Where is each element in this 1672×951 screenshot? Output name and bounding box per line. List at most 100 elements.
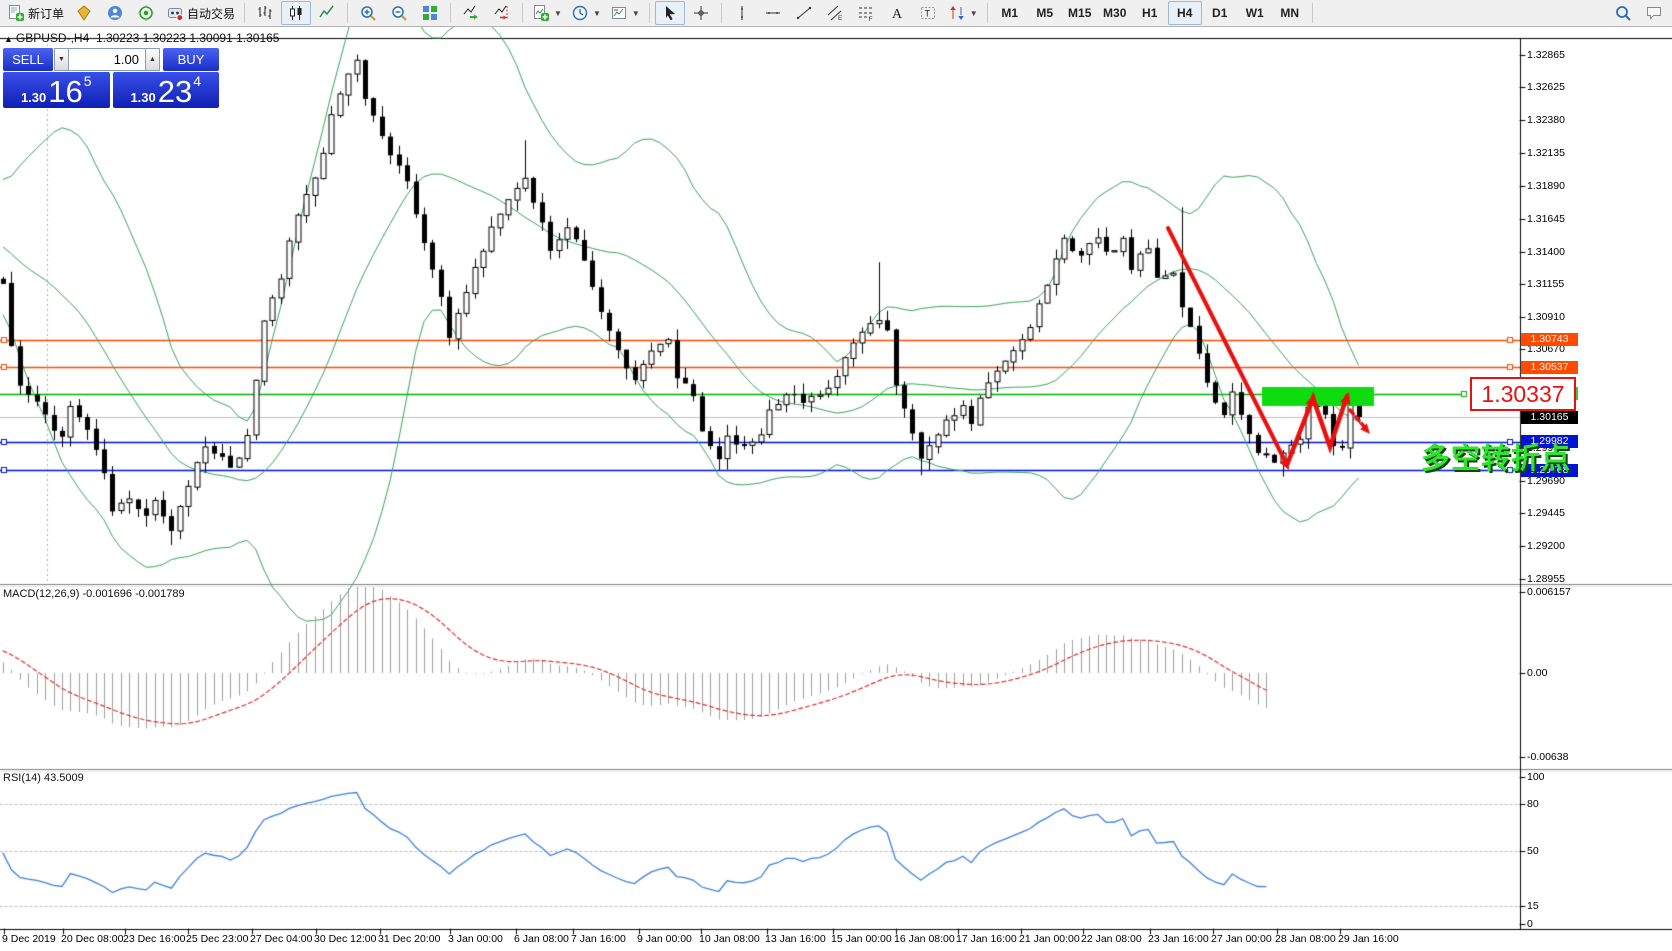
tile-windows-button[interactable]: [415, 1, 445, 25]
hline-icon: [764, 4, 782, 22]
channel-button[interactable]: E: [820, 1, 850, 25]
sell-button[interactable]: SELL: [3, 48, 54, 71]
time-axis-label: 3 Jan 00:00: [448, 933, 503, 945]
fibo-icon: F: [857, 4, 875, 22]
candles-icon: [287, 4, 305, 22]
community-button[interactable]: [100, 1, 130, 25]
price-axis-label: 1.32865: [1527, 49, 1565, 61]
rsi-axis-label: 15: [1527, 900, 1539, 912]
new-order-button[interactable]: 新订单: [3, 1, 68, 25]
horizontal-line-button[interactable]: [758, 1, 788, 25]
indicators-icon: [532, 4, 550, 22]
chevron-down-icon: ▼: [632, 9, 640, 18]
cursor-button[interactable]: [655, 1, 685, 25]
vertical-line-button[interactable]: [727, 1, 757, 25]
tf-h4-button[interactable]: H4: [1168, 1, 1202, 25]
algo-trading-button[interactable]: 自动交易: [162, 1, 239, 25]
indicators-button[interactable]: ▼: [528, 1, 566, 25]
price-axis-label: 1.31890: [1527, 180, 1565, 192]
sell-price-prefix: 1.30: [21, 90, 46, 105]
rsi-indicator-label: RSI(14) 43.5009: [3, 772, 84, 784]
toolbar-separator: [244, 3, 245, 23]
zoom-out-button[interactable]: [384, 1, 414, 25]
tf-m1-button[interactable]: M1: [993, 1, 1027, 25]
price-callout-label[interactable]: 1.30337: [1470, 377, 1576, 411]
sell-price-main: 16: [48, 78, 82, 105]
buy-price-main: 23: [158, 78, 192, 105]
time-axis-label: 23 Dec 16:00: [123, 933, 185, 945]
line-chart-button[interactable]: [312, 1, 342, 25]
tf-m5-button[interactable]: M5: [1028, 1, 1062, 25]
price-axis-label: 1.29200: [1527, 540, 1565, 552]
svg-text:E: E: [838, 15, 843, 22]
trendline-button[interactable]: [789, 1, 819, 25]
toolbar-separator: [522, 3, 523, 23]
new-order-icon: [7, 4, 25, 22]
tile-icon: [421, 4, 439, 22]
time-axis-label: 13 Jan 16:00: [765, 933, 826, 945]
rsi-value: 43.5009: [44, 772, 84, 784]
volume-input[interactable]: [69, 48, 145, 71]
templates-button[interactable]: ▼: [606, 1, 644, 25]
tf-w1-button[interactable]: W1: [1238, 1, 1272, 25]
time-axis-label: 27 Jan 00:00: [1211, 933, 1272, 945]
zoom-out-icon: [390, 4, 408, 22]
time-axis-label: 29 Jan 16:00: [1338, 933, 1399, 945]
time-axis-label: 20 Dec 08:00: [61, 933, 123, 945]
chart-shift-button[interactable]: [487, 1, 517, 25]
time-axis-label: 15 Jan 00:00: [831, 933, 892, 945]
price-axis-badge: 1.30165: [1521, 411, 1578, 424]
volume-decrease-button[interactable]: ▼: [54, 48, 69, 71]
toolbar-separator: [347, 3, 348, 23]
fibonacci-button[interactable]: F: [851, 1, 881, 25]
tf-m15-button[interactable]: M15: [1063, 1, 1097, 25]
chat-button[interactable]: [1639, 1, 1669, 25]
candles-chart-button[interactable]: [281, 1, 311, 25]
chart-symbol-title: GBPUSD-,H4: [16, 31, 89, 45]
turning-point-text[interactable]: 多空转折点: [1421, 435, 1571, 477]
time-axis-label: 23 Jan 16:00: [1148, 933, 1209, 945]
search-button[interactable]: [1608, 1, 1638, 25]
tf-mn-button[interactable]: MN: [1273, 1, 1307, 25]
sell-price-box[interactable]: 1.30165: [3, 72, 110, 108]
tf-d1-button[interactable]: D1: [1203, 1, 1237, 25]
zoom-in-button[interactable]: [353, 1, 383, 25]
label-button[interactable]: T: [913, 1, 943, 25]
toolbar-separator: [649, 3, 650, 23]
text-button[interactable]: A: [882, 1, 912, 25]
volume-increase-button[interactable]: ▲: [145, 48, 160, 71]
tf-m1-button-label: M1: [1001, 6, 1018, 20]
shift-icon: [493, 4, 511, 22]
price-axis-label: 1.28955: [1527, 573, 1565, 585]
template-icon: [610, 4, 628, 22]
vline-icon: [733, 4, 751, 22]
tf-h4-button-label: H4: [1177, 6, 1192, 20]
arrows-button[interactable]: ▼: [944, 1, 982, 25]
price-axis-label: 1.32625: [1527, 81, 1565, 93]
time-axis-label: 22 Jan 08:00: [1081, 933, 1142, 945]
one-click-panel-toggle-icon[interactable]: ▲: [4, 34, 13, 44]
price-axis-label: 1.29445: [1527, 507, 1565, 519]
bars-chart-button[interactable]: [250, 1, 280, 25]
periods-button[interactable]: ▼: [567, 1, 605, 25]
buy-price-box[interactable]: 1.30234: [113, 72, 220, 108]
time-axis-label: 6 Jan 08:00: [514, 933, 569, 945]
time-axis-label: 25 Dec 23:00: [186, 933, 248, 945]
crosshair-button[interactable]: [686, 1, 716, 25]
market-depth-button[interactable]: [131, 1, 161, 25]
tf-m30-button[interactable]: M30: [1098, 1, 1132, 25]
chart-header: ▲GBPUSD-,H4 1.30223 1.30223 1.30091 1.30…: [4, 31, 279, 45]
one-click-trading-panel: SELL ▼ ▲ BUY 1.30165 1.30234: [3, 48, 219, 108]
bars-icon: [256, 4, 274, 22]
tf-h1-button[interactable]: H1: [1133, 1, 1167, 25]
gold-button[interactable]: [69, 1, 99, 25]
metatrader-window: 新订单自动交易▼▼▼EFAT▼M1M5M15M30H1H4D1W1MN ▲GBP…: [0, 0, 1672, 951]
buy-button[interactable]: BUY: [163, 48, 219, 71]
macd-values: -0.001696 -0.001789: [82, 588, 184, 600]
toolbar-separator: [450, 3, 451, 23]
svg-text:F: F: [868, 16, 872, 22]
tf-m30-button-label: M30: [1103, 6, 1126, 20]
auto-scroll-button[interactable]: [456, 1, 486, 25]
tf-h1-button-label: H1: [1142, 6, 1157, 20]
rsi-axis-label: 50: [1527, 845, 1539, 857]
